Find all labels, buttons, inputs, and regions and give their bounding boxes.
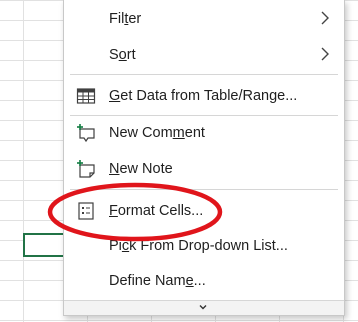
menu-item-label: Sort xyxy=(109,47,136,63)
menu-separator xyxy=(70,74,338,75)
menu-item-label: Filter xyxy=(109,11,142,27)
chevron-down-icon xyxy=(199,305,207,310)
context-menu: Filter Sort Get Data from Table/Range...… xyxy=(63,0,345,316)
menu-item-define-name[interactable]: Define Name... xyxy=(64,263,344,299)
new-comment-icon xyxy=(77,124,95,143)
chevron-right-icon xyxy=(321,47,329,61)
table-icon xyxy=(76,88,96,104)
menu-item-label: Define Name... xyxy=(109,273,206,289)
menu-scroll-down-button[interactable] xyxy=(64,300,344,315)
menu-item-new-comment[interactable]: New Comment xyxy=(64,115,344,151)
menu-item-label: Get Data from Table/Range... xyxy=(109,88,298,104)
menu-item-get-data[interactable]: Get Data from Table/Range... xyxy=(64,78,344,114)
new-note-icon xyxy=(77,160,95,178)
menu-item-label: New Note xyxy=(109,161,173,177)
menu-item-filter[interactable]: Filter xyxy=(64,1,344,37)
chevron-right-icon xyxy=(321,11,329,25)
menu-item-sort[interactable]: Sort xyxy=(64,37,344,73)
menu-item-label: New Comment xyxy=(109,125,205,141)
red-highlight-ellipse xyxy=(47,182,223,242)
